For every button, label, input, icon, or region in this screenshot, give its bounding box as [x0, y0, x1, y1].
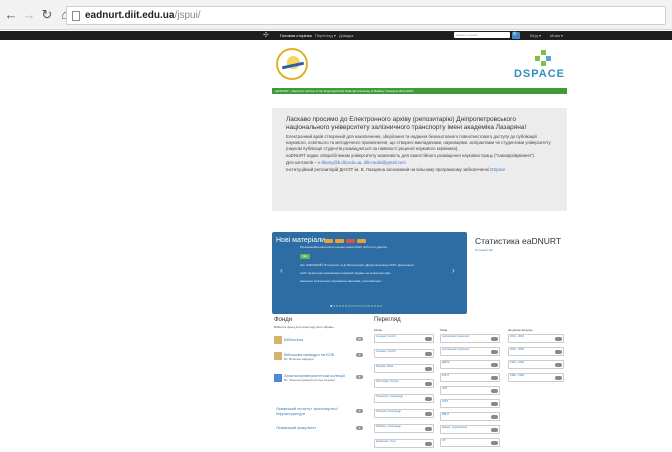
welcome-panel: Ласкаво просимо до Електронного архіву (…: [272, 108, 567, 211]
welcome-paragraph: Інституційний репозитарій ДНУЗТ ім. В. Л…: [286, 167, 506, 173]
browse-title: Перегляд: [374, 317, 401, 323]
nav-help[interactable]: Довідка: [339, 32, 353, 39]
url-path: /jspui/: [174, 10, 201, 21]
university-logo[interactable]: [276, 48, 308, 80]
dspace-logo-text: DSPACE: [513, 68, 565, 80]
author-link[interactable]: Кравченко, Олег: [374, 439, 434, 448]
nav-home[interactable]: Головна сторінка: [280, 32, 312, 39]
search-button[interactable]: 🔍: [512, 32, 520, 39]
site-navbar: ✣ Головна сторінка Перегляд ▾ Довідка Шу…: [0, 31, 672, 40]
contacts-line: Для контактів – e-library@b.diit.edu.ua,…: [286, 160, 406, 166]
communities-subtitle: Виберіть фонд для перегляду його зібрань…: [274, 325, 335, 329]
tagline-bar: eaDNURT - electronic archive of the Dnip…: [272, 88, 567, 94]
carousel-indicators[interactable]: ●○○○○○○○○○○○○○○○○○: [330, 303, 383, 308]
count-badge: 4: [356, 353, 363, 357]
arrow-right-icon[interactable]: →: [22, 7, 36, 22]
browser-toolbar: ← → ↻ ⌂ eadnurt.diit.edu.ua/jspui/: [0, 0, 672, 30]
carousel-text: робіт практичних визначення наукових вид…: [300, 271, 393, 275]
carousel-tag: [335, 239, 344, 243]
author-link[interactable]: Ільченко, Сергій: [374, 349, 434, 358]
nav-login[interactable]: Вхід ▾: [530, 32, 541, 39]
subject-link[interactable]: залізничний транспорт: [440, 347, 500, 356]
dspace-nav-icon[interactable]: ✣: [263, 31, 269, 39]
community-item[interactable]: Львівський інститут транспортної інфраст…: [276, 406, 354, 416]
carousel-tag: [346, 239, 355, 243]
community-item[interactable]: Військова кафедра на БПБ Вс. Власник кафе…: [284, 352, 354, 361]
author-link[interactable]: Лихтянова, Тетяна: [374, 379, 434, 388]
author-link[interactable]: Пшеничко, Олександр: [374, 394, 434, 403]
carousel-tag: [324, 239, 333, 243]
community-thumbnail: [274, 374, 282, 382]
site-header: DSPACE eaDNURT - electronic archive of t…: [272, 42, 567, 94]
date-range-link[interactable]: 2000 - 2009: [508, 347, 564, 356]
nav-language[interactable]: Мова ▾: [550, 32, 563, 39]
welcome-title: Ласкаво просимо до Електронного архіву (…: [286, 116, 527, 131]
dspace-logo-icon: [533, 50, 553, 66]
count-badge: 8: [356, 375, 363, 379]
dspace-link[interactable]: DSpace: [490, 167, 505, 172]
statistics-link[interactable]: Останній звіт: [475, 248, 561, 252]
count-badge: 4: [356, 409, 363, 413]
carousel-text: вивчення залізничних перевезень вантажів…: [300, 279, 384, 283]
recent-submissions-carousel: Нові матеріали Організаційно-методичні о…: [272, 232, 467, 314]
authors-heading: Автор: [374, 328, 383, 332]
subject-link[interactable]: залізничний транспорт: [440, 334, 500, 343]
count-badge: 20: [356, 337, 363, 341]
author-link[interactable]: Пеляхов, Олександр: [374, 409, 434, 418]
date-range-link[interactable]: 1990 - 1999: [508, 360, 564, 369]
subject-link[interactable]: міжнар. перевезення: [440, 425, 500, 434]
subject-link[interactable]: НТБ: [440, 386, 500, 395]
carousel-tag: [357, 239, 366, 243]
welcome-paragraph: Електронний архів створений для накопиче…: [286, 134, 551, 151]
community-item[interactable]: Львівський факультет: [276, 425, 354, 430]
community-item[interactable]: Бібліотека: [284, 337, 354, 342]
welcome-paragraph: eaDNURT надає співробітникам університет…: [286, 152, 536, 158]
carousel-title: Нові матеріали: [276, 237, 326, 244]
date-range-link[interactable]: 2010 - 2019: [508, 334, 564, 343]
search-input[interactable]: Шукати в архіві: [454, 32, 510, 38]
communities-list: Бібліотека 20 Військова кафедра на БПБ Вс…: [274, 332, 364, 452]
statistics-panel: Статистика eaDNURT Останній звіт: [475, 236, 561, 252]
subjects-heading: Тема: [440, 328, 448, 332]
subject-link[interactable]: ДЕРЖ: [440, 360, 500, 369]
arrow-left-icon[interactable]: ←: [4, 7, 18, 22]
count-badge: 2: [356, 426, 363, 430]
community-thumbnail: [274, 352, 282, 360]
date-range-link[interactable]: 1980 - 1989: [508, 373, 564, 382]
url-host: eadnurt.diit.edu.ua: [85, 10, 175, 21]
author-link[interactable]: Боровко, Вовк: [374, 364, 434, 373]
communities-title: Фонди: [274, 317, 293, 323]
author-link[interactable]: Рибалко, Олександр: [374, 424, 434, 433]
dates-heading: За датою випуску: [508, 328, 533, 332]
carousel-next-icon[interactable]: ›: [452, 266, 455, 275]
contact-email-link[interactable]: e-library@b.diit.edu.ua, dilt.media@gmai…: [318, 160, 406, 165]
subject-link[interactable]: ЕХНТ: [440, 373, 500, 382]
community-item[interactable]: Загальноуніверситетські колекції Вс. Зага…: [284, 373, 354, 382]
author-link[interactable]: Ільченко, Сергій: [374, 334, 434, 343]
community-thumbnail: [274, 336, 282, 344]
carousel-text: Організаційно-методичні основи самостійн…: [300, 245, 389, 249]
page-icon: [72, 11, 80, 21]
subject-link[interactable]: КАТЗ: [440, 399, 500, 408]
subject-link[interactable]: ВВНТ: [440, 412, 500, 421]
carousel-text: Шп. ЗАБІЛАКИЙ, В.Соколов та Д. Виноградо…: [300, 263, 416, 267]
statistics-title: Статистика eaDNURT: [475, 236, 562, 246]
nav-browse[interactable]: Перегляд ▾: [315, 32, 336, 39]
carousel-more-button[interactable]: Ще: [300, 254, 310, 259]
reload-icon[interactable]: ↻: [40, 7, 54, 23]
address-bar[interactable]: eadnurt.diit.edu.ua/jspui/: [66, 6, 666, 25]
carousel-prev-icon[interactable]: ‹: [280, 266, 283, 275]
